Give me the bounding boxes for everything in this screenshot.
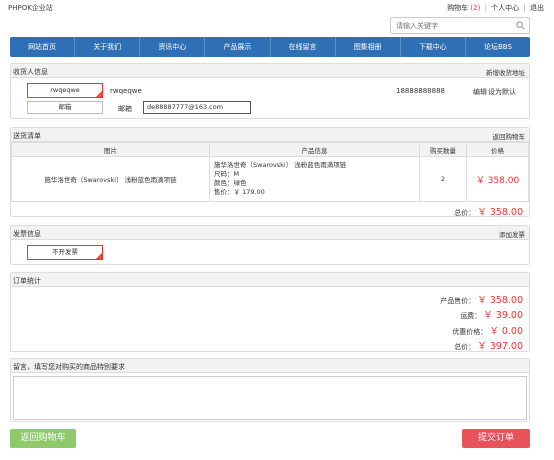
stats-panel: 订单统计 产品售价： ￥ 358.00 运费： ￥ 39.00 优惠价格： ￥ 0.0… xyxy=(10,272,530,352)
add-address-link[interactable]: 新增收货地址 xyxy=(486,67,525,77)
no-invoice-label: 不开发票 xyxy=(52,248,78,256)
email-button[interactable]: 邮箱 xyxy=(27,101,103,114)
search-box xyxy=(390,17,530,34)
submit-order-button[interactable]: 提交订单 xyxy=(462,429,530,448)
nav-item-gallery[interactable]: 图集相册 xyxy=(336,37,401,57)
product-unit-price: 售价：￥ 179.00 xyxy=(214,188,265,196)
table-header-row: 图片 产品信息 购买数量 价格 xyxy=(11,142,529,157)
edit-address-link[interactable]: 编辑 xyxy=(473,87,487,97)
panel-title: 发票信息 xyxy=(13,230,41,238)
check-icon: ✓ xyxy=(98,93,102,98)
check-icon: ✓ xyxy=(98,255,102,260)
stat-row-discount: 优惠价格： ￥ 0.00 xyxy=(452,323,523,337)
panel-header: 发票信息 添加发票 xyxy=(11,226,529,240)
product-image-cell[interactable]: 施华洛世奇（Swarovski） 浅粉蓝色雨滴项链 xyxy=(11,156,210,202)
table-row: 施华洛世奇（Swarovski） 浅粉蓝色雨滴项链 施华洛世奇（Swarovsk… xyxy=(11,156,529,202)
col-header-qty: 购买数量 xyxy=(419,142,467,157)
receiver-phone: 18888888888 xyxy=(396,87,445,95)
panel-title: 收货人信息 xyxy=(13,68,48,76)
cart-link[interactable]: 购物车 xyxy=(447,4,468,12)
nav-item-forum[interactable]: 论坛BBS xyxy=(466,37,530,57)
stat-value: ￥ 39.00 xyxy=(483,310,523,321)
product-price: ￥ 358.00 xyxy=(466,156,529,202)
message-textarea[interactable] xyxy=(13,376,527,420)
nav-item-news[interactable]: 资讯中心 xyxy=(140,37,206,57)
stat-value: ￥ 358.00 xyxy=(477,295,523,306)
order-total-label: 总价： xyxy=(454,209,476,217)
product-size: 尺码：M xyxy=(214,170,240,178)
stat-label: 产品售价： xyxy=(440,297,476,305)
order-total: 总价： ￥ 358.00 xyxy=(454,204,523,218)
search-input[interactable] xyxy=(391,18,509,33)
divider: | xyxy=(484,4,487,12)
cart-count[interactable]: (2) xyxy=(470,4,480,12)
back-to-cart-button[interactable]: 返回购物车 xyxy=(10,429,76,448)
order-table: 图片 产品信息 购买数量 价格 施华洛世奇（Swarovski） 浅粉蓝色雨滴项… xyxy=(11,142,529,202)
message-panel: 留言，填写您对购买的商品特别要求 xyxy=(10,358,530,422)
col-header-image: 图片 xyxy=(11,142,210,157)
stat-label: 运费： xyxy=(460,312,482,320)
stat-label: 总价： xyxy=(454,343,476,351)
nav-item-message[interactable]: 在线留言 xyxy=(271,37,336,57)
col-header-product: 产品信息 xyxy=(209,142,420,157)
panel-header: 收货人信息 新增收货地址 xyxy=(11,64,529,78)
stat-value: ￥ 0.00 xyxy=(489,326,523,337)
divider: | xyxy=(523,4,526,12)
user-center-link[interactable]: 个人中心 xyxy=(491,4,519,12)
search-icon[interactable] xyxy=(516,21,525,30)
main-nav: 网站首页 关于我们 资讯中心 产品展示 在线留言 图集相册 下载中心 论坛BBS xyxy=(10,37,530,57)
product-name[interactable]: 施华洛世奇（Swarovski） 浅粉蓝色雨滴项链 xyxy=(214,161,419,170)
product-info-cell: 施华洛世奇（Swarovski） 浅粉蓝色雨滴项链 尺码：M 颜色：绿色 售价：… xyxy=(209,156,420,202)
stat-label: 优惠价格： xyxy=(452,328,488,336)
add-invoice-link[interactable]: 添加发票 xyxy=(499,229,525,239)
no-invoice-tag[interactable]: 不开发票 ✓ xyxy=(27,245,103,260)
back-to-cart-link[interactable]: 返回购物车 xyxy=(493,131,526,141)
order-total-value: ￥ 358.00 xyxy=(477,207,523,218)
top-links: 购物车 (2) | 个人中心 | 退出 xyxy=(447,3,544,13)
selected-address-name: rwqeqwe xyxy=(50,86,80,94)
product-image-alt: 施华洛世奇（Swarovski） 浅粉蓝色雨滴项链 xyxy=(44,176,177,184)
nav-item-home[interactable]: 网站首页 xyxy=(10,37,76,57)
product-color: 颜色：绿色 xyxy=(214,179,247,187)
panel-title: 订单统计 xyxy=(13,277,41,285)
order-panel: 送货清单 返回购物车 图片 产品信息 购买数量 价格 施华洛世奇（Swarovs… xyxy=(10,127,530,218)
product-qty: 2 xyxy=(419,156,467,202)
invoice-panel: 发票信息 添加发票 不开发票 ✓ xyxy=(10,225,530,265)
receiver-name: rwqeqwe xyxy=(110,87,142,95)
receiver-panel: 收货人信息 新增收货地址 rwqeqwe ✓ rwqeqwe 188888888… xyxy=(10,63,530,119)
stat-value: ￥ 397.00 xyxy=(477,341,523,352)
selected-address-tag[interactable]: rwqeqwe ✓ xyxy=(27,83,103,98)
stat-row-shipping: 运费： ￥ 39.00 xyxy=(460,307,523,321)
email-label: 邮箱 xyxy=(118,105,132,113)
col-header-price: 价格 xyxy=(466,142,529,157)
email-field[interactable]: de88887777@163.com xyxy=(143,101,251,114)
stat-row-product: 产品售价： ￥ 358.00 xyxy=(440,292,523,306)
panel-title: 留言，填写您对购买的商品特别要求 xyxy=(13,363,125,371)
panel-header: 留言，填写您对购买的商品特别要求 xyxy=(11,359,529,373)
set-default-link[interactable]: 设为默认 xyxy=(488,87,516,97)
nav-item-products[interactable]: 产品展示 xyxy=(205,37,271,57)
nav-item-about[interactable]: 关于我们 xyxy=(75,37,141,57)
nav-item-download[interactable]: 下载中心 xyxy=(401,37,466,57)
logout-link[interactable]: 退出 xyxy=(530,4,544,12)
stat-row-total: 总价： ￥ 397.00 xyxy=(454,338,523,352)
site-logo[interactable]: PHPOK企业站 xyxy=(8,3,53,13)
panel-header: 送货清单 返回购物车 xyxy=(11,128,529,142)
panel-title: 送货清单 xyxy=(13,132,41,140)
panel-header: 订单统计 xyxy=(11,273,529,287)
